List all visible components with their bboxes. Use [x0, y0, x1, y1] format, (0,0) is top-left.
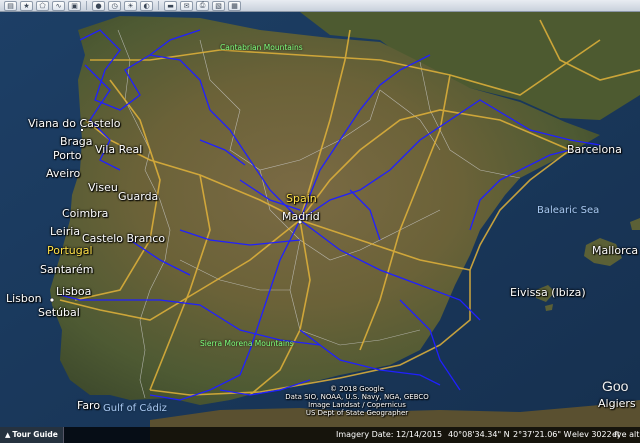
print-button[interactable]: ⎙: [196, 0, 209, 11]
label-setubal[interactable]: Setúbal: [38, 306, 80, 319]
lisbon-marker: [49, 297, 55, 303]
print-icon: ⎙: [199, 1, 206, 9]
label-sierra-morena: Sierra Morena Mountains: [200, 339, 294, 348]
email-button[interactable]: ✉: [180, 0, 193, 11]
sun-icon: ☀: [127, 1, 134, 10]
planet-button[interactable]: ◐: [140, 0, 153, 11]
tour-icon: ●: [95, 1, 102, 10]
tour-guide-button[interactable]: ▲ Tour Guide: [0, 427, 64, 443]
toolbar-separator: [86, 1, 87, 10]
label-braga[interactable]: Braga: [60, 135, 93, 148]
imagery-copyright: © 2018 Google Data SIO, NOAA, U.S. Navy,…: [272, 385, 442, 417]
polygon-icon: ⬠: [39, 1, 46, 10]
copyright-line-1: © 2018 Google: [330, 385, 384, 393]
label-barcelona[interactable]: Barcelona: [567, 143, 622, 156]
label-aveiro[interactable]: Aveiro: [46, 167, 80, 180]
label-gulf-of-cadiz: Gulf of Cádiz: [103, 403, 167, 414]
maps-button[interactable]: ▦: [228, 0, 241, 11]
sidebar-icon: ▤: [7, 1, 14, 10]
planet-icon: ◐: [143, 1, 150, 10]
label-lisboa[interactable]: Lisboa: [56, 285, 91, 298]
label-madrid[interactable]: Madrid: [282, 210, 320, 223]
copyright-line-3: Image Landsat / Copernicus: [308, 401, 406, 409]
sidebar-button[interactable]: ▤: [4, 0, 17, 11]
label-algiers[interactable]: Algiers: [598, 397, 636, 410]
label-viana-do-castelo[interactable]: Viana do Castelo: [28, 117, 121, 130]
label-balearic-sea: Balearic Sea: [537, 205, 600, 216]
label-guarda[interactable]: Guarda: [118, 190, 158, 203]
longitude-readout: 2°37'21.06" W: [513, 430, 572, 439]
label-leiria[interactable]: Leiria: [50, 225, 80, 238]
label-coimbra[interactable]: Coimbra: [62, 207, 108, 220]
chevron-up-icon: ▲: [5, 431, 11, 439]
satellite-map[interactable]: [0, 0, 640, 443]
toolbar: ▤ ★ ⬠ ∿ ▣ ● ◷ ☀ ◐ ▬ ✉ ⎙ ▧ ▦: [0, 0, 640, 12]
history-icon: ◷: [111, 1, 118, 10]
save-image-button[interactable]: ▧: [212, 0, 225, 11]
label-eivissa[interactable]: Eivissa (Ibiza): [510, 286, 586, 299]
google-logo: Goo: [602, 378, 629, 394]
label-spain[interactable]: Spain: [286, 192, 317, 205]
save-image-icon: ▧: [215, 1, 222, 10]
overlay-icon: ▣: [71, 1, 78, 10]
maps-icon: ▦: [231, 1, 238, 10]
label-cantabrian-mountains: Cantabrian Mountains: [220, 43, 303, 52]
label-santarem[interactable]: Santarém: [40, 263, 94, 276]
placemark-icon: ★: [23, 1, 30, 10]
status-bar: ▲ Tour Guide Imagery Date: 12/14/2015 40°…: [0, 427, 640, 443]
path-button[interactable]: ∿: [52, 0, 65, 11]
tour-button[interactable]: ●: [92, 0, 105, 11]
label-castelo-branco[interactable]: Castelo Branco: [82, 232, 165, 245]
sun-button[interactable]: ☀: [124, 0, 137, 11]
copyright-line-4: US Dept of State Geographer: [305, 409, 409, 417]
latitude-readout: 40°08'34.34" N: [448, 430, 510, 439]
label-faro[interactable]: Faro: [77, 399, 100, 412]
placemark-button[interactable]: ★: [20, 0, 33, 11]
map-viewport[interactable]: Cantabrian Mountains Sierra Morena Mount…: [0, 0, 640, 443]
label-lisbon[interactable]: Lisbon: [6, 292, 42, 305]
toolbar-separator: [158, 1, 159, 10]
copyright-line-2: Data SIO, NOAA, U.S. Navy, NGA, GEBCO: [285, 393, 429, 401]
ruler-icon: ▬: [167, 1, 174, 10]
tour-guide-label: Tour Guide: [12, 430, 58, 439]
label-viseu[interactable]: Viseu: [88, 181, 118, 194]
email-icon: ✉: [183, 1, 190, 10]
ruler-button[interactable]: ▬: [164, 0, 177, 11]
eye-alt-readout: eye alt 5: [612, 430, 640, 439]
label-mallorca[interactable]: Mallorca: [592, 244, 638, 257]
label-vila-real[interactable]: Vila Real: [95, 143, 142, 156]
imagery-date: Imagery Date: 12/14/2015: [336, 430, 443, 439]
overlay-button[interactable]: ▣: [68, 0, 81, 11]
path-icon: ∿: [55, 1, 62, 10]
label-porto[interactable]: Porto: [53, 149, 82, 162]
history-button[interactable]: ◷: [108, 0, 121, 11]
label-portugal[interactable]: Portugal: [47, 244, 93, 257]
polygon-button[interactable]: ⬠: [36, 0, 49, 11]
